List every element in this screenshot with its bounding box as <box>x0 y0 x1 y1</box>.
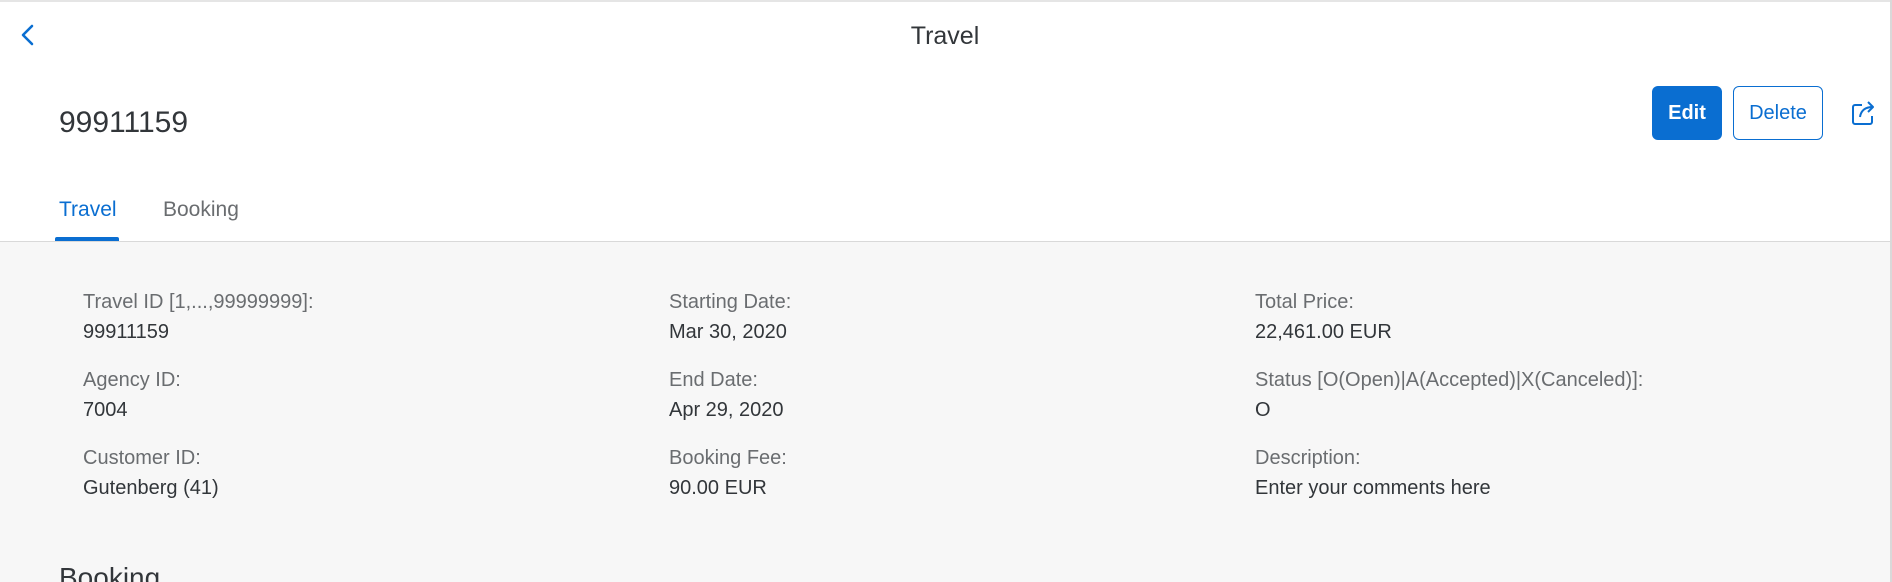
share-button[interactable] <box>1846 96 1880 130</box>
field-value: Mar 30, 2020 <box>669 321 787 343</box>
field-label: Customer ID: <box>83 447 201 469</box>
shell-bar: Travel <box>0 2 1890 68</box>
field-value: Apr 29, 2020 <box>669 399 784 421</box>
field-value: 99911159 <box>83 321 170 343</box>
field-travel-id: Travel ID [1,...,99999999]: 99911159 <box>83 290 314 344</box>
field-starting-date: Starting Date: Mar 30, 2020 <box>669 290 791 344</box>
field-value: 90.00 EUR <box>669 477 767 499</box>
field-label: Status [O(Open)|A(Accepted)|X(Canceled)]… <box>1255 369 1644 391</box>
field-label: End Date: <box>669 369 758 391</box>
tab-bar: Travel Booking <box>0 190 1890 242</box>
tab-booking[interactable]: Booking <box>163 198 239 222</box>
field-label: Total Price: <box>1255 291 1354 313</box>
field-end-date: End Date: Apr 29, 2020 <box>669 368 784 422</box>
field-value: O <box>1255 399 1271 421</box>
active-tab-indicator <box>55 237 119 241</box>
field-agency-id: Agency ID: 7004 <box>83 368 181 422</box>
field-label: Starting Date: <box>669 291 792 313</box>
field-label: Description: <box>1255 447 1361 469</box>
field-description: Description: Enter your comments here <box>1255 446 1491 500</box>
field-customer-id: Customer ID: Gutenberg (41) <box>83 446 219 500</box>
field-value: Enter your comments here <box>1255 477 1491 499</box>
share-icon <box>1852 101 1874 125</box>
field-total-price: Total Price: 22,461.00 EUR <box>1255 290 1392 344</box>
object-title: 99911159 <box>59 106 189 139</box>
field-label: Booking Fee: <box>669 447 787 469</box>
field-label: Travel ID [1,...,99999999]: <box>83 291 314 313</box>
field-status: Status [O(Open)|A(Accepted)|X(Canceled)]… <box>1255 368 1643 422</box>
object-page-content: Travel ID [1,...,99999999]: 99911159 Age… <box>0 242 1890 582</box>
app-title: Travel <box>910 22 980 50</box>
booking-section-title: Booking <box>59 562 161 582</box>
delete-button[interactable]: Delete <box>1733 86 1823 140</box>
field-value: Gutenberg (41) <box>83 477 219 499</box>
field-value: 7004 <box>83 399 128 421</box>
field-value: 22,461.00 EUR <box>1255 321 1392 343</box>
edit-button[interactable]: Edit <box>1652 86 1722 140</box>
field-label: Agency ID: <box>83 369 181 391</box>
tab-travel[interactable]: Travel <box>59 198 117 222</box>
field-booking-fee: Booking Fee: 90.00 EUR <box>669 446 787 500</box>
